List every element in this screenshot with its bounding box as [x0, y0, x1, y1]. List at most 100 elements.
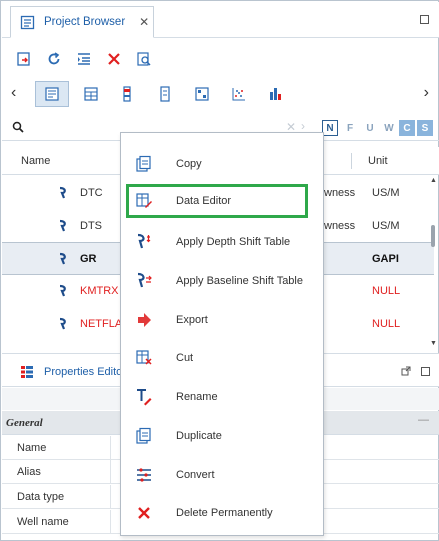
menu-item-label: Apply Baseline Shift Table — [176, 274, 303, 287]
project-browser-icon — [20, 15, 35, 29]
bar-chart-view-button[interactable] — [259, 81, 293, 107]
row-description: wness — [324, 220, 356, 232]
properties-icon — [21, 365, 33, 378]
menu-item-rename[interactable]: Rename — [121, 377, 323, 416]
row-name: DTC — [80, 187, 103, 199]
scatter-view-button[interactable] — [222, 81, 256, 107]
scroll-down-icon[interactable]: ▼ — [430, 340, 437, 347]
menu-item-apply-baseline-shift[interactable]: Apply Baseline Shift Table — [121, 261, 323, 300]
menu-item-label: Apply Depth Shift Table — [176, 235, 291, 248]
menu-item-delete-permanently[interactable]: Delete Permanently — [121, 493, 323, 532]
menu-item-copy[interactable]: Copy — [121, 144, 323, 183]
import-icon — [17, 52, 30, 66]
indent-list-button[interactable] — [70, 47, 98, 71]
menu-item-convert[interactable]: Convert — [121, 455, 323, 494]
property-label: Name — [17, 442, 47, 454]
data-view-button[interactable] — [74, 81, 108, 107]
property-label: Well name — [17, 516, 69, 528]
rename-icon — [137, 388, 152, 405]
filter-s[interactable]: S — [417, 120, 433, 136]
refresh-icon — [48, 52, 60, 65]
chevron-left-icon[interactable]: ‹ — [11, 84, 16, 102]
project-browser-tabstrip: Project Browser ✕ — [2, 2, 439, 38]
find-button[interactable] — [130, 47, 158, 71]
curve-icon — [59, 252, 66, 265]
property-group-label: General — [6, 417, 43, 429]
row-unit: GAPI — [372, 253, 399, 265]
filter-u[interactable]: U — [362, 120, 378, 136]
delete-x-icon — [108, 53, 120, 65]
view-navigation: ‹ › — [2, 79, 439, 109]
row-unit: US/M — [372, 187, 400, 199]
menu-item-duplicate[interactable]: Duplicate — [121, 416, 323, 455]
curve-icon — [59, 317, 66, 330]
list-indent-icon — [78, 53, 90, 65]
menu-item-label: Delete Permanently — [176, 506, 273, 519]
browser-toolbar — [2, 45, 439, 73]
menu-item-cut[interactable]: Cut — [121, 338, 323, 377]
menu-item-label: Duplicate — [176, 429, 222, 442]
property-label: Data type — [17, 491, 65, 503]
filter-f[interactable]: F — [342, 120, 358, 136]
property-divider — [110, 485, 111, 509]
filter-c[interactable]: C — [399, 120, 415, 136]
scatter-icon — [232, 88, 245, 101]
menu-item-label: Copy — [176, 157, 202, 170]
chevron-right-icon[interactable]: › — [424, 84, 429, 102]
cut-icon — [136, 349, 152, 365]
scrollbar-thumb[interactable] — [431, 225, 435, 247]
curve-icon — [59, 219, 66, 232]
menu-item-apply-depth-shift[interactable]: Apply Depth Shift Table — [121, 222, 323, 261]
find-doc-icon — [137, 52, 151, 66]
log-icon — [160, 86, 170, 102]
row-name: DTS — [80, 220, 102, 232]
tab-properties-editor-label: Properties Editor — [44, 365, 126, 378]
property-divider — [110, 436, 111, 460]
tab-project-browser[interactable]: Project Browser ✕ — [10, 6, 154, 38]
matrix-icon — [195, 87, 209, 101]
menu-item-export[interactable]: Export — [121, 300, 323, 339]
menu-item-data-editor[interactable]: Data Editor — [126, 184, 308, 218]
menu-item-label: Rename — [176, 390, 218, 403]
duplicate-icon — [136, 427, 151, 444]
menu-item-label: Data Editor — [176, 195, 232, 207]
row-unit: US/M — [372, 220, 400, 232]
delete-button[interactable] — [100, 47, 128, 71]
row-name: GR — [80, 253, 97, 265]
refresh-button[interactable] — [40, 47, 68, 71]
curve-icon — [59, 186, 66, 199]
delete-x-icon — [138, 506, 150, 519]
scroll-up-icon[interactable]: ▲ — [430, 177, 437, 184]
filter-w[interactable]: W — [381, 120, 397, 136]
column-header-name[interactable]: Name — [21, 155, 50, 167]
column-header-unit[interactable]: Unit — [368, 155, 388, 167]
baseline-shift-icon — [137, 272, 152, 287]
search-icon — [12, 121, 24, 133]
matrix-view-button[interactable] — [185, 81, 219, 107]
table-scrollbar[interactable]: ▲ ▼ — [430, 177, 437, 347]
collapse-icon[interactable]: — — [418, 414, 429, 426]
search-next-icon[interactable]: › — [301, 119, 305, 133]
list-view-button[interactable] — [35, 81, 69, 107]
row-unit: NULL — [372, 285, 401, 297]
column-divider[interactable] — [351, 153, 352, 169]
menu-item-label: Cut — [176, 351, 194, 364]
log-view-button[interactable] — [148, 81, 182, 107]
menu-item-label: Convert — [176, 468, 215, 481]
property-label: Alias — [17, 466, 41, 478]
depth-shift-icon — [137, 233, 151, 248]
import-button[interactable] — [10, 47, 38, 71]
well-view-button[interactable] — [110, 81, 144, 107]
filter-n[interactable]: N — [322, 120, 338, 136]
maximize-icon[interactable] — [421, 367, 430, 376]
close-icon[interactable]: ✕ — [139, 15, 149, 29]
list-view-icon — [45, 87, 59, 101]
popout-icon[interactable] — [401, 366, 411, 376]
tab-properties-editor[interactable]: Properties Editor — [10, 356, 130, 387]
row-name: KMTRX — [80, 285, 119, 297]
property-divider — [110, 510, 111, 534]
property-divider — [110, 460, 111, 484]
maximize-icon[interactable] — [420, 15, 429, 24]
row-description: wness — [324, 187, 356, 199]
data-view-icon — [84, 87, 98, 101]
